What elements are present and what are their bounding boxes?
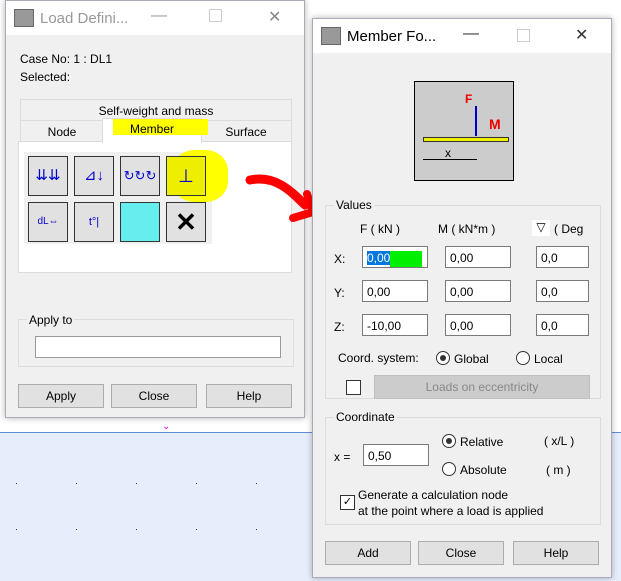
maximize-button[interactable] [517, 29, 530, 42]
apply-button[interactable]: Apply [18, 384, 104, 408]
generate-node-label: Generate a calculation node [358, 488, 509, 502]
close-window-button[interactable]: ✕ [575, 25, 588, 45]
absolute-unit: ( m ) [546, 463, 571, 477]
apply-to-group: Apply to [18, 313, 294, 367]
maximize-button[interactable] [209, 9, 222, 22]
selected-label: Selected: [20, 70, 71, 84]
angle-y-input[interactable]: 0,0 [536, 280, 589, 302]
relative-radio[interactable] [442, 434, 456, 448]
concentrated-force-icon[interactable]: ⊥ [166, 156, 206, 196]
apply-to-label: Apply to [27, 313, 75, 327]
member-force-dialog: Member Fo... — ✕ F M x Values F ( kN ) M… [312, 18, 612, 578]
mz-input[interactable]: 0,00 [445, 314, 511, 336]
values-label: Values [334, 198, 374, 212]
minimize-button[interactable]: — [151, 7, 167, 25]
fz-input[interactable]: -10,00 [362, 314, 428, 336]
add-button[interactable]: Add [325, 541, 411, 565]
tab-member-label: Member [129, 122, 174, 136]
generate-node-label-2: at the point where a load is applied [358, 504, 544, 518]
surface-load-icon[interactable] [120, 202, 160, 242]
z-axis-label: Z: [334, 320, 345, 334]
local-label: Local [534, 352, 563, 366]
x-label: x = [334, 450, 351, 464]
dilatation-load-icon[interactable]: dL⇔ [28, 202, 68, 242]
delete-load-icon[interactable]: ✕ [166, 202, 206, 242]
close-window-button[interactable]: ✕ [268, 7, 281, 27]
title-bar: Member Fo... — ✕ [313, 19, 611, 53]
mx-input[interactable]: 0,00 [445, 246, 511, 268]
apply-to-input[interactable] [35, 336, 281, 358]
eccentricity-checkbox[interactable] [346, 380, 361, 395]
generate-node-checkbox[interactable]: ✓ [340, 495, 355, 510]
case-no-label: Case No: 1 : DL1 [20, 52, 113, 66]
x-axis-label: X: [334, 252, 346, 266]
title-bar: Load Defini... — ✕ [6, 1, 304, 35]
help-button[interactable]: Help [513, 541, 599, 565]
local-radio[interactable] [516, 351, 530, 365]
global-label: Global [454, 352, 489, 366]
dialog-title: Load Defini... [40, 10, 129, 27]
loads-on-eccentricity-button[interactable]: Loads on eccentricity [374, 375, 590, 399]
close-button[interactable]: Close [418, 541, 504, 565]
fx-input[interactable]: 0,00 [362, 246, 428, 268]
angle-x-input[interactable]: 0,0 [536, 246, 589, 268]
relative-unit: ( x/L ) [544, 434, 575, 448]
tab-self-weight[interactable]: Self-weight and mass [20, 99, 292, 120]
thermal-load-icon[interactable]: t°| [74, 202, 114, 242]
help-button[interactable]: Help [206, 384, 292, 408]
minimize-button[interactable]: — [463, 25, 479, 43]
absolute-radio[interactable] [442, 462, 456, 476]
trapezoidal-load-icon[interactable]: ⊿↓ [74, 156, 114, 196]
y-axis-label: Y: [334, 286, 345, 300]
angle-z-input[interactable]: 0,0 [536, 314, 589, 336]
dialog-title: Member Fo... [347, 28, 437, 45]
relative-label: Relative [460, 435, 504, 449]
global-radio[interactable] [436, 351, 450, 365]
values-group: Values F ( kN ) M ( kN*m ) ▽ ( Deg X: 0,… [325, 198, 601, 399]
tab-member[interactable]: Member [102, 118, 208, 143]
app-icon [14, 9, 34, 27]
force-header: F ( kN ) [360, 222, 400, 236]
moment-load-icon[interactable]: ↻↻↻ [120, 156, 160, 196]
diagram-x-label: x [445, 146, 451, 160]
diagram-m-label: M [489, 116, 501, 132]
force-diagram: F M x [414, 81, 514, 181]
angle-header: ( Deg [554, 222, 584, 236]
my-input[interactable]: 0,00 [445, 280, 511, 302]
diagram-f-label: F [465, 92, 473, 106]
x-coordinate-input[interactable]: 0,50 [363, 444, 429, 466]
absolute-label: Absolute [460, 463, 507, 477]
tab-node[interactable]: Node [20, 120, 104, 142]
uniform-load-icon[interactable]: ⇊⇊ [28, 156, 68, 196]
tab-surface[interactable]: Surface [200, 120, 292, 142]
close-button[interactable]: Close [111, 384, 197, 408]
coordinate-group: Coordinate x = 0,50 Relative Absolute ( … [325, 410, 601, 525]
coordinate-label: Coordinate [334, 410, 397, 424]
coord-system-label: Coord. system: [338, 351, 419, 365]
moment-header: M ( kN*m ) [438, 222, 496, 236]
fy-input[interactable]: 0,00 [362, 280, 428, 302]
angle-icon: ▽ [532, 220, 550, 236]
app-icon [321, 27, 341, 45]
